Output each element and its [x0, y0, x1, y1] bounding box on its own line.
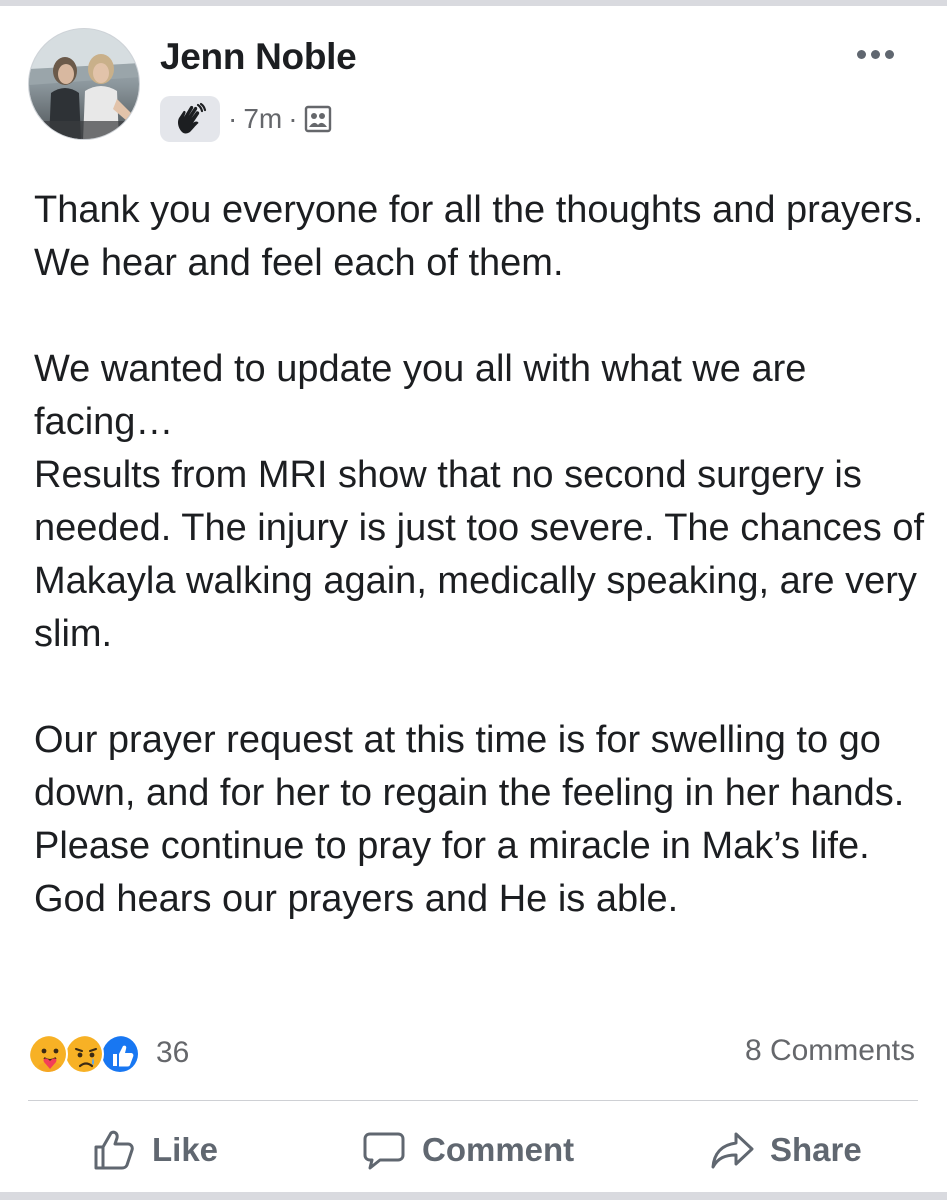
share-button[interactable]: Share [710, 1110, 862, 1190]
reactions-summary[interactable]: 36 [28, 1030, 189, 1076]
comment-button[interactable]: Comment [362, 1110, 574, 1190]
comment-button-label: Comment [422, 1131, 575, 1168]
author-name[interactable]: Jenn Noble [160, 36, 357, 78]
post-meta: · 7m · [160, 96, 332, 142]
post-paragraph: We wanted to update you all with what we… [34, 348, 807, 443]
bottom-divider [0, 1192, 947, 1200]
group-members-icon [304, 105, 332, 133]
post-card: Jenn Noble · 7m · Thank you everyone for… [0, 0, 947, 1200]
author-avatar[interactable] [28, 28, 140, 140]
post-paragraph: Results from MRI show that no second sur… [34, 454, 925, 655]
post-paragraph: Thank you everyone for all the thoughts … [34, 189, 924, 284]
post-paragraph: Our prayer request at this time is for s… [34, 719, 905, 920]
reaction-count: 36 [156, 1036, 190, 1069]
share-arrow-icon [711, 1132, 754, 1169]
post-timestamp[interactable]: 7m [243, 103, 282, 135]
sad-reaction-icon [64, 1034, 104, 1074]
share-button-label: Share [770, 1131, 862, 1168]
actions-divider [28, 1100, 918, 1101]
comment-bubble-icon [363, 1132, 405, 1170]
action-bar: Like Comment Share [0, 1110, 947, 1190]
like-button[interactable]: Like [92, 1110, 218, 1190]
top-divider [0, 0, 947, 6]
thumbs-up-icon [94, 1130, 134, 1170]
comments-count-link[interactable]: 8 Comments [745, 1034, 915, 1068]
more-options-icon[interactable] [845, 36, 905, 72]
like-reaction-icon [100, 1034, 140, 1074]
post-body: Thank you everyone for all the thoughts … [34, 184, 924, 926]
meta-separator: · [228, 103, 238, 134]
meta-separator: · [288, 103, 298, 134]
wave-hand-icon[interactable] [160, 96, 220, 142]
care-reaction-icon [28, 1034, 68, 1074]
like-button-label: Like [152, 1131, 219, 1168]
